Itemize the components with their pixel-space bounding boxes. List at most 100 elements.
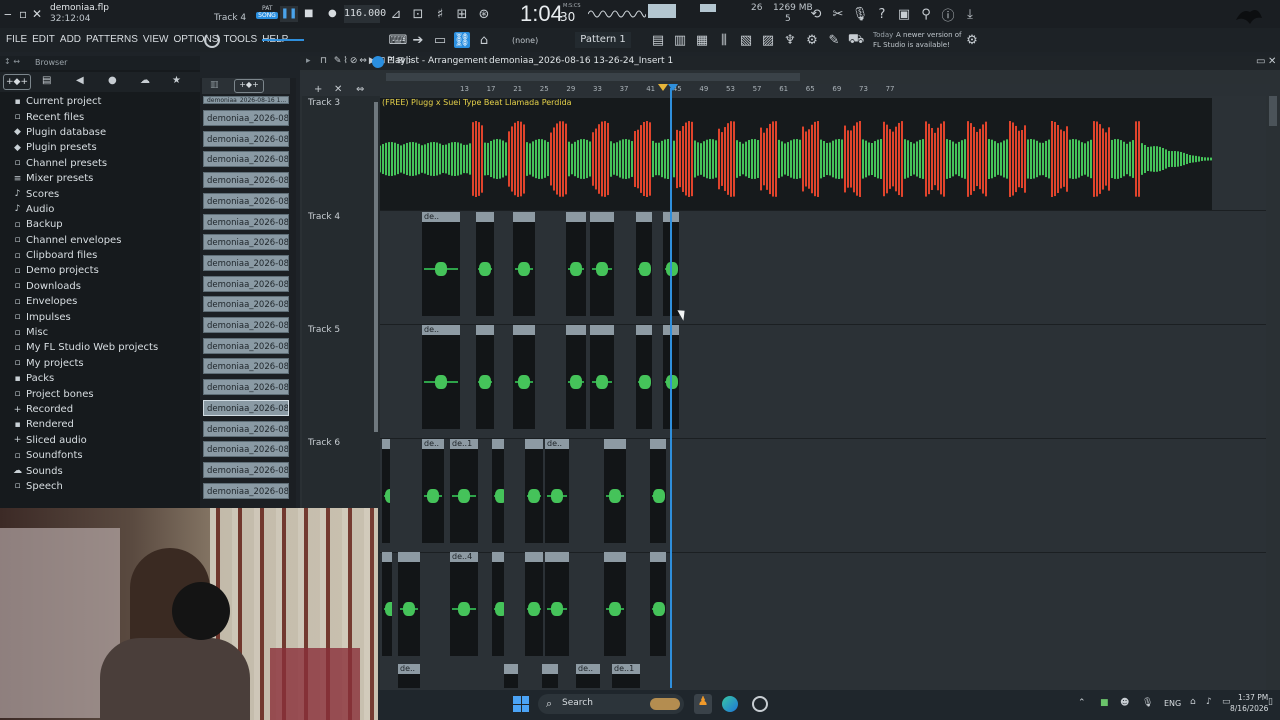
plugin-picker-icon[interactable]: ♆ <box>782 32 798 48</box>
clip-item[interactable]: demoniaa_2026-08-16 1... <box>203 461 289 478</box>
stop-button[interactable]: ■ <box>304 6 316 22</box>
browser-item[interactable]: ▪ Current project <box>0 94 200 109</box>
tempo-tapper-icon[interactable]: ✎ <box>826 32 842 48</box>
browser-item[interactable]: ▪ Packs <box>0 371 200 386</box>
pattern-none-selector[interactable]: (none) <box>512 36 538 45</box>
metronome-icon[interactable]: ⊿ <box>388 6 404 22</box>
wait-input-icon[interactable]: ⊡ <box>410 6 426 22</box>
discord-icon[interactable]: ☻ <box>1120 698 1129 708</box>
vocal-clip[interactable] <box>566 212 586 316</box>
clip-item[interactable]: demoniaa_2026-08-16 1... <box>203 379 289 396</box>
clip-item[interactable]: demoniaa_2026-08-16 1... <box>203 172 289 189</box>
arrow-right-icon[interactable]: ➔ <box>410 32 426 48</box>
browser-item[interactable]: ▫ Downloads <box>0 279 200 294</box>
playlist-grid[interactable]: (FREE) Plugg x Suei Type Beat Llamada Pe… <box>380 96 1266 690</box>
tools-icon[interactable]: ✂ <box>830 6 846 22</box>
notification-icon[interactable]: ▯ <box>1268 697 1273 707</box>
vocal-clip[interactable] <box>525 552 543 656</box>
browser-current-project-icon[interactable]: ▤ <box>42 75 51 86</box>
track-5-label[interactable]: Track 5 <box>308 325 340 335</box>
playlist-minimize-icon[interactable]: ▭ <box>1256 56 1265 67</box>
plugin-icon[interactable]: ⚲ <box>918 6 934 22</box>
browser-item[interactable]: ☁ Sounds <box>0 463 200 478</box>
clip-item[interactable]: demoniaa_2026-08-16 1... <box>203 275 289 292</box>
loop-record-icon[interactable]: ⊞ <box>454 6 470 22</box>
browser-item[interactable]: ▫ Backup <box>0 217 200 232</box>
piano-roll-icon[interactable]: ▥ <box>672 32 688 48</box>
vocal-clip[interactable] <box>636 325 652 429</box>
edge-taskbar-icon[interactable] <box>722 696 738 712</box>
horizontal-scrollbar[interactable] <box>386 73 800 81</box>
network-icon[interactable]: ⌂ <box>1190 697 1196 707</box>
browser-item[interactable]: ◆ Plugin database <box>0 125 200 140</box>
browser-item[interactable]: ▫ Demo projects <box>0 263 200 278</box>
browser-item[interactable]: ▫ Clipboard files <box>0 248 200 263</box>
clip-item[interactable]: demoniaa_2026-08-16 1... <box>203 296 289 313</box>
track-volume-strip[interactable] <box>374 102 378 432</box>
vocal-clip[interactable] <box>590 325 614 429</box>
tray-chevron-icon[interactable]: ⌃ <box>1078 698 1086 708</box>
browser-item[interactable]: ▫ Misc <box>0 325 200 340</box>
browser-item[interactable]: ♪ Audio <box>0 202 200 217</box>
master-pitch-knob[interactable] <box>204 32 220 48</box>
playlist-icon[interactable]: ▭ <box>432 32 448 48</box>
clip-item[interactable]: demoniaa_2026-08-16 1... <box>203 482 289 499</box>
vocal-clip[interactable] <box>398 552 420 656</box>
stamp-icon[interactable]: ⌂ <box>476 32 492 48</box>
clip-item[interactable]: demoniaa_2026-08-16 1... <box>203 110 289 126</box>
clip-item[interactable]: demoniaa_2026-08-16 1... <box>203 151 289 168</box>
browser-item[interactable]: ▫ Recent files <box>0 109 200 124</box>
playlist-window-icon[interactable]: ▤ <box>650 32 666 48</box>
clip-item[interactable]: demoniaa_2026-08-16 1... <box>203 358 289 375</box>
vocal-clip[interactable] <box>504 664 518 688</box>
browser-item[interactable]: ▫ Project bones <box>0 386 200 401</box>
browser-item[interactable]: ▫ Envelopes <box>0 294 200 309</box>
news-text-line1[interactable]: A newer version of <box>896 31 962 39</box>
project-icon[interactable]: ▨ <box>760 32 776 48</box>
vocal-clip[interactable]: de..1 <box>612 664 640 688</box>
vocal-clip[interactable] <box>545 552 569 656</box>
vocal-clip[interactable] <box>492 439 504 543</box>
menu-item-file[interactable]: FILE <box>6 34 27 45</box>
language-indicator[interactable]: ENG <box>1164 699 1181 708</box>
browser-plugin-icon[interactable]: ◀ <box>76 75 84 86</box>
channel-rack-icon[interactable]: ▦ <box>694 32 710 48</box>
browser-globe-icon[interactable]: ● <box>108 75 117 86</box>
vocal-clip[interactable] <box>525 439 543 543</box>
browser-window-icon[interactable]: ▧ <box>738 32 754 48</box>
chrome-taskbar-icon[interactable] <box>752 696 768 712</box>
link-icon[interactable]: ⛓ <box>454 32 470 48</box>
timeline-ruler[interactable]: 13 17 21 25 29 33 37 41 45 49 53 57 61 65 69 73 77 <box>380 84 1270 96</box>
news-settings-icon[interactable]: ⚙ <box>964 32 980 48</box>
menu-item-patterns[interactable]: PATTERNS <box>86 34 138 45</box>
vocal-clip[interactable]: de.. <box>576 664 600 688</box>
vocal-clip[interactable]: de..1 <box>450 439 478 543</box>
vocal-clip[interactable] <box>382 439 390 543</box>
mic-tray-icon[interactable]: 🎙 <box>1142 698 1153 708</box>
clip-item[interactable]: demoniaa_2026-08-16 1... <box>203 213 289 230</box>
download-icon[interactable]: ⤓ <box>962 6 978 22</box>
cart-icon[interactable]: ⛟ <box>848 32 864 48</box>
playhead-line[interactable] <box>670 88 672 688</box>
track-3-label[interactable]: Track 3 <box>308 98 340 108</box>
vocal-clip[interactable] <box>513 212 535 316</box>
vocal-clip[interactable] <box>542 664 558 688</box>
tray-app-icon[interactable]: ■ <box>1100 698 1109 708</box>
vocal-clip[interactable]: de.. <box>398 664 420 688</box>
menu-item-view[interactable]: VIEW <box>143 34 169 45</box>
clip-item[interactable]: demoniaa_2026-08-16 1... <box>203 317 289 333</box>
song-marker-icon[interactable] <box>658 84 668 91</box>
vocal-clip[interactable]: de.. <box>545 439 569 543</box>
track-4-label[interactable]: Track 4 <box>308 212 340 222</box>
record-button[interactable]: ● <box>328 6 340 22</box>
time-display[interactable]: 1:04 <box>520 1 563 27</box>
vocal-clip[interactable] <box>492 552 504 656</box>
browser-item[interactable]: ▫ Speech <box>0 479 200 494</box>
vocal-clip[interactable] <box>476 325 494 429</box>
vocal-clip[interactable] <box>382 552 392 656</box>
clip-item[interactable]: demoniaa_2026-08-16 1... <box>203 234 289 251</box>
taskbar-search-box[interactable]: ⌕ Search <box>538 694 684 714</box>
browser-arrows-icon[interactable]: ↕ ↔ <box>4 57 20 66</box>
clip-item[interactable]: demoniaa_2026-08-16 1... <box>203 96 289 104</box>
mixer-icon[interactable]: ⫼ <box>716 32 732 48</box>
